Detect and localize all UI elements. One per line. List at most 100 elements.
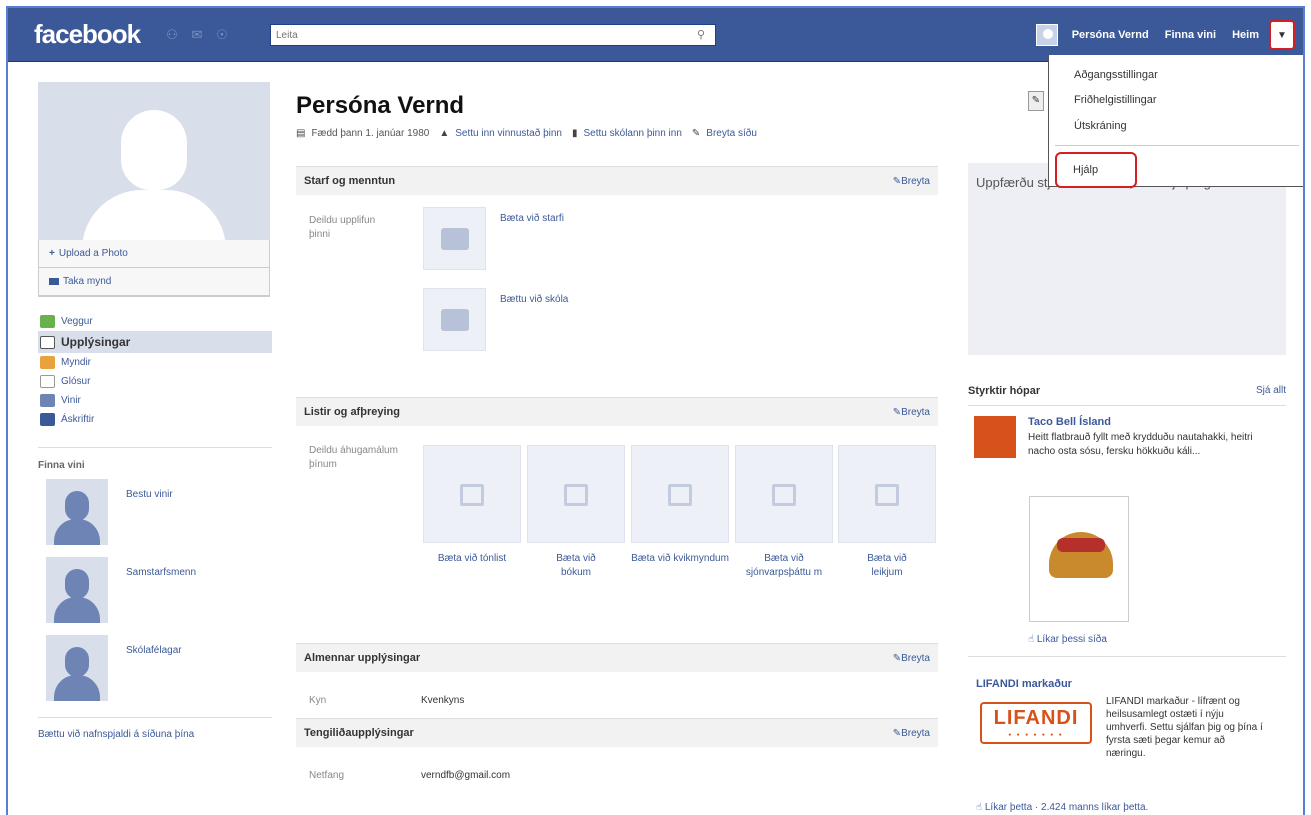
add-badge-link[interactable]: Bættu við nafnspjaldi á síðuna þína: [38, 717, 272, 741]
job-placeholder[interactable]: [423, 207, 486, 270]
edit-link[interactable]: ✎Breyta: [893, 653, 930, 664]
edit-link[interactable]: ✎Breyta: [893, 176, 930, 187]
section-header: Almennar upplýsingar ✎Breyta: [296, 643, 938, 672]
add-books-link[interactable]: Bæta við bókum: [546, 552, 606, 580]
friend-requests-icon[interactable]: ⚇: [164, 28, 180, 42]
search-box: ⚲: [270, 24, 716, 46]
sponsored-header: Styrktir hópar Sjá allt: [968, 382, 1286, 406]
tv-tile[interactable]: [735, 445, 833, 543]
nav-item-friends[interactable]: Vinir: [38, 391, 272, 410]
menu-item-privacy-settings[interactable]: Friðhelgistillingar: [1074, 94, 1157, 106]
nav-item-wall[interactable]: Veggur: [38, 312, 272, 331]
main-column: Persóna Vernd ▤ Fædd þann 1. janúar 1980 …: [296, 92, 938, 781]
photo-actions: + Upload a Photo Taka mynd: [38, 240, 270, 297]
avatar: [46, 635, 108, 701]
lifandi-logo[interactable]: LIFANDI ● ● ● ● ● ● ●: [980, 702, 1092, 744]
film-icon: [668, 484, 692, 506]
divider: [1055, 145, 1299, 146]
edit-label: Breyta: [901, 727, 930, 739]
upload-photo-link[interactable]: + Upload a Photo: [39, 240, 269, 268]
add-work-link[interactable]: Settu inn vinnustað þinn: [455, 128, 562, 139]
pencil-icon: ✎: [1031, 95, 1041, 106]
see-all-link[interactable]: Sjá allt: [1256, 385, 1286, 396]
friend-list-label[interactable]: Samstarfsmenn: [126, 567, 196, 578]
school-placeholder[interactable]: [423, 288, 486, 351]
nav-profile-link[interactable]: Persóna Vernd: [1064, 29, 1157, 41]
add-music-link[interactable]: Bæta við tónlist: [423, 552, 521, 566]
section-title: Tengiliðaupplýsingar: [304, 727, 414, 739]
profile-nav: Veggur Upplýsingar Myndir Glósur Vinir Á…: [38, 312, 272, 429]
briefcase-icon: ▲: [439, 128, 450, 139]
search-input[interactable]: [271, 25, 681, 45]
upload-photo-label: Upload a Photo: [58, 248, 128, 259]
friend-list-row[interactable]: Samstarfsmenn: [38, 549, 272, 627]
edit-label: Breyta: [901, 175, 930, 187]
ad-title[interactable]: Taco Bell Ísland: [1028, 416, 1111, 428]
nav-item-subscriptions[interactable]: Áskriftir: [38, 410, 272, 429]
email-key: Netfang: [309, 770, 345, 781]
briefcase-icon: [441, 228, 469, 250]
notifications-icon[interactable]: ☉: [214, 28, 230, 42]
section-label: Deildu áhugamálum þínum: [309, 445, 398, 470]
books-tile[interactable]: [527, 445, 625, 543]
gender-value: Kvenkyns: [421, 695, 465, 706]
nav-item-label: Upplýsingar: [61, 335, 131, 349]
edit-link[interactable]: ✎Breyta: [893, 407, 930, 418]
edit-profile-button[interactable]: ✎: [1028, 91, 1044, 111]
add-school-link[interactable]: Bættu við skóla: [500, 294, 568, 305]
menu-item-help[interactable]: Hjálp: [1055, 152, 1137, 188]
ad-text: Heitt flatbrauð fyllt með krydduðu nauta…: [1028, 432, 1253, 457]
ad-title[interactable]: LIFANDI markaður: [976, 678, 1072, 690]
messages-icon[interactable]: ✉: [189, 28, 205, 42]
nav-item-photos[interactable]: Myndir: [38, 353, 272, 372]
taco-bell-logo[interactable]: [974, 416, 1016, 458]
ad-image[interactable]: [1029, 496, 1129, 622]
menu-item-logout[interactable]: Útskráning: [1074, 120, 1127, 132]
add-games-link[interactable]: Bæta við leikjum: [857, 552, 917, 580]
account-menu-button[interactable]: ▼: [1269, 20, 1295, 50]
friend-list-row[interactable]: Skólafélagar: [38, 627, 272, 705]
friend-list-label[interactable]: Bestu vinir: [126, 489, 173, 500]
subscriptions-icon: [40, 413, 55, 426]
profile-summary: ▤ Fædd þann 1. janúar 1980 ▲ Settu inn vin…: [296, 128, 938, 139]
edit-page-link[interactable]: Breyta síðu: [706, 128, 757, 139]
like-page-link[interactable]: ☝ Líkar þessi síða: [1028, 634, 1107, 645]
avatar[interactable]: [1035, 24, 1058, 46]
add-job-link[interactable]: Bæta við starfi: [500, 213, 564, 224]
take-photo-label: Taka mynd: [63, 276, 112, 287]
section-header: Listir og afþreying ✎Breyta: [296, 397, 938, 426]
tv-icon: [772, 484, 796, 506]
friend-list-row[interactable]: Bestu vinir: [38, 471, 272, 549]
edit-link[interactable]: ✎Breyta: [893, 728, 930, 739]
menu-item-account-settings[interactable]: Aðgangsstillingar: [1074, 69, 1158, 81]
photos-icon: [40, 356, 55, 369]
games-tile[interactable]: [838, 445, 936, 543]
add-school-link[interactable]: Settu skólann þinn inn: [584, 128, 682, 139]
nav-home-link[interactable]: Heim: [1224, 29, 1267, 41]
profile-picture[interactable]: [38, 82, 270, 240]
add-movies-link[interactable]: Bæta við kvikmyndum: [631, 552, 729, 566]
search-icon[interactable]: ⚲: [697, 28, 711, 42]
ad-text: LIFANDI markaður - lífrænt og heilsusaml…: [1106, 696, 1263, 759]
nav-item-info[interactable]: Upplýsingar: [38, 331, 272, 353]
music-tile[interactable]: [423, 445, 521, 543]
pencil-icon: ✎: [892, 406, 902, 418]
games-icon: [875, 484, 899, 506]
arts-section: Listir og afþreying ✎Breyta Deildu áhuga…: [296, 397, 938, 578]
section-title: Starf og menntun: [304, 175, 396, 187]
contact-section: Tengiliðaupplýsingar ✎Breyta Netfang ver…: [296, 718, 938, 781]
facebook-logo[interactable]: facebook: [34, 19, 141, 50]
top-bar: facebook ⚇ ✉ ☉ ⚲ Persóna Vernd Finna vin…: [8, 8, 1303, 62]
friend-list-label[interactable]: Skólafélagar: [126, 645, 182, 656]
movies-tile[interactable]: [631, 445, 729, 543]
chevron-down-icon: ▼: [1277, 29, 1287, 41]
add-tv-link[interactable]: Bæta við sjónvarpsþáttu m: [735, 552, 833, 580]
camera-icon: [49, 278, 59, 285]
like-page-link[interactable]: ☝ Líkar þetta · 2.424 manns líkar þetta.: [976, 802, 1148, 813]
email-value[interactable]: verndfb@gmail.com: [421, 770, 510, 781]
take-photo-link[interactable]: Taka mynd: [39, 268, 269, 296]
edit-label: Breyta: [901, 652, 930, 664]
nav-item-notes[interactable]: Glósur: [38, 372, 272, 391]
section-label: Deildu upplifun þinni: [309, 215, 376, 240]
nav-find-friends-link[interactable]: Finna vini: [1157, 29, 1224, 41]
